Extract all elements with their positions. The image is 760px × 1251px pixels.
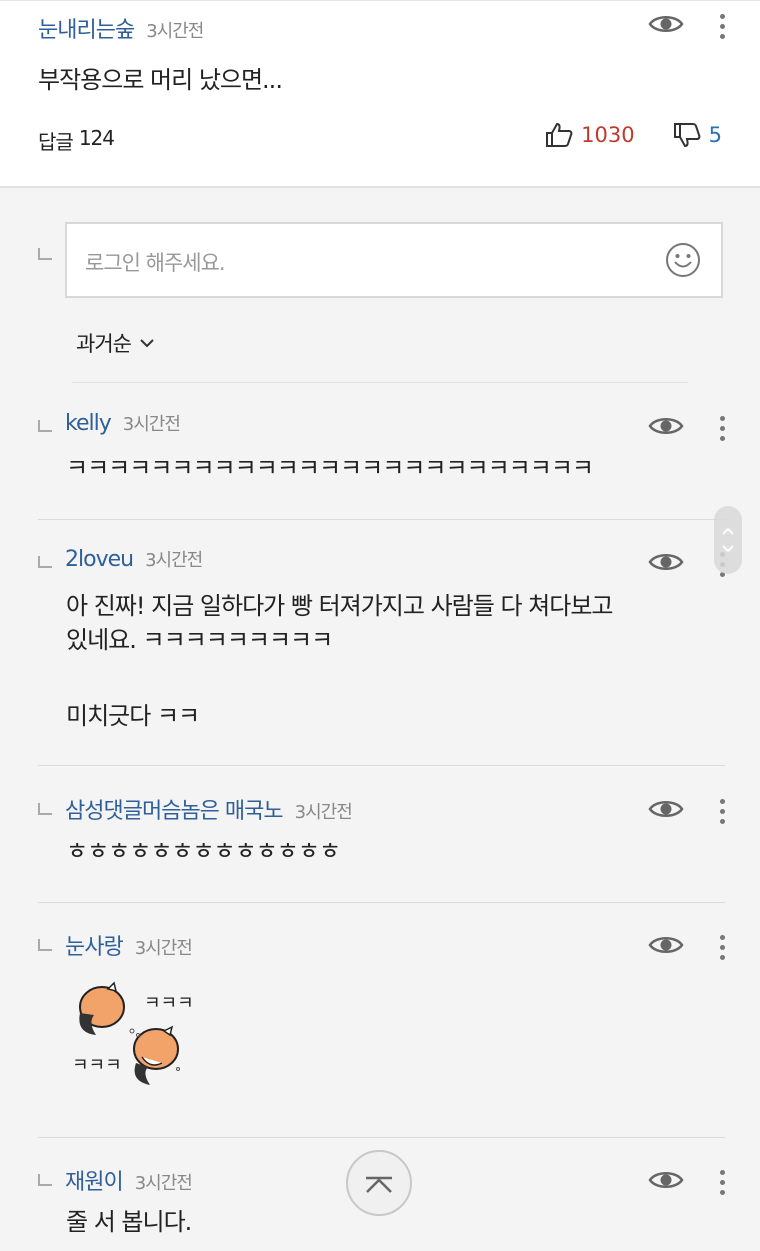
comment-time: 3시간전 [294, 802, 353, 823]
comment-author[interactable]: 눈내리는숲 [38, 12, 135, 44]
more-vertical-icon[interactable] [718, 416, 726, 442]
comment-time: 3시간전 [134, 1173, 193, 1194]
comment-header: 눈내리는숲 3시간전 [38, 12, 204, 44]
comment-author[interactable]: kelly [65, 411, 112, 436]
reply-count-button[interactable]: 답글 124 [38, 126, 115, 155]
divider [72, 382, 688, 383]
comment-header: 눈사랑 3시간전 [65, 929, 193, 961]
chevron-down-icon [140, 339, 154, 348]
reply-arrow-icon [38, 1174, 52, 1186]
reply-input-placeholder: 로그인 해주세요. [85, 251, 226, 275]
reply-input[interactable]: 로그인 해주세요. [65, 222, 723, 298]
eye-icon[interactable] [648, 12, 684, 36]
comment-time: 3시간전 [145, 550, 203, 571]
comment-header: 삼성댓글머슴놈은 매국노 3시간전 [65, 793, 353, 825]
dislike-count: 5 [708, 123, 722, 147]
like-count: 1030 [581, 123, 635, 147]
comment-header: kelly 3시간전 [65, 410, 181, 436]
comment-body: 줄 서 봅니다. [66, 1208, 192, 1236]
more-vertical-icon[interactable] [718, 1170, 726, 1196]
comment-time: 3시간전 [146, 21, 204, 42]
divider [38, 519, 725, 520]
vote-bar: 1030 5 [545, 122, 722, 148]
eye-icon[interactable] [648, 797, 684, 821]
comment-time: 3시간전 [122, 414, 181, 435]
comment-body: ㅎㅎㅎㅎㅎㅎㅎㅎㅎㅎㅎㅎㅎ [66, 837, 341, 865]
reply-arrow-icon [38, 556, 52, 568]
like-button[interactable]: 1030 [545, 122, 635, 148]
chevron-up-icon [366, 1176, 392, 1193]
dislike-button[interactable]: 5 [673, 122, 722, 148]
comment-time: 3시간전 [134, 938, 193, 959]
laughing-sticker: ㅋㅋㅋ ㅋㅋㅋ [72, 981, 194, 1085]
sort-dropdown[interactable]: 과거순 [76, 328, 155, 358]
reply-arrow-icon [38, 420, 52, 432]
comment-header: 재원이 3시간전 [65, 1164, 193, 1196]
divider [0, 0, 760, 1]
smiley-icon[interactable] [665, 242, 701, 278]
more-vertical-icon[interactable] [718, 935, 726, 961]
comment-body-line: 아 진짜! 지금 일하다가 빵 터져가지고 사람들 다 쳐다보고 [66, 592, 613, 620]
comment-author[interactable]: 재원이 [65, 1164, 124, 1196]
reply-arrow-icon [38, 939, 52, 951]
comment-body: ㅋㅋㅋㅋㅋㅋㅋㅋㅋㅋㅋㅋㅋㅋㅋㅋㅋㅋㅋㅋㅋㅋㅋㅋㅋ [66, 454, 594, 482]
divider [38, 765, 725, 766]
sticker-text: ㅋㅋㅋ [144, 993, 194, 1014]
reply-arrow-icon [38, 248, 52, 260]
eye-icon[interactable] [648, 1168, 684, 1192]
reply-label: 답글 [38, 130, 74, 154]
comment-author[interactable]: 눈사랑 [65, 929, 124, 961]
divider [38, 902, 725, 903]
comment-body-line: 있네요. ㅋㅋㅋㅋㅋㅋㅋㅋㅋ [66, 626, 333, 654]
divider [38, 1137, 725, 1138]
sticker-text: ㅋㅋㅋ [72, 1055, 122, 1076]
more-vertical-icon[interactable] [718, 799, 726, 825]
top-comment: 눈내리는숲 3시간전 부작용으로 머리 났으면... 답글 124 1030 5 [0, 0, 760, 188]
eye-icon[interactable] [648, 933, 684, 957]
scroll-to-top-button[interactable] [346, 1150, 412, 1216]
reply-count: 124 [78, 126, 115, 150]
scroll-chevrons-icon [722, 527, 734, 553]
comment-author[interactable]: 삼성댓글머슴놈은 매국노 [65, 793, 284, 825]
comment-body-line: 미치긋다 ㅋㅋ [66, 702, 200, 730]
more-vertical-icon[interactable] [718, 14, 726, 40]
sort-label: 과거순 [76, 332, 132, 356]
thumbs-up-icon [546, 122, 573, 147]
scrollbar[interactable] [714, 506, 742, 574]
eye-icon[interactable] [648, 550, 684, 574]
comment-body: 부작용으로 머리 났으면... [38, 66, 283, 94]
reply-arrow-icon [38, 803, 52, 815]
comment-header: 2loveu 3시간전 [65, 546, 203, 572]
thumbs-down-icon [673, 123, 701, 148]
eye-icon[interactable] [648, 414, 684, 438]
comment-author[interactable]: 2loveu [65, 547, 134, 572]
